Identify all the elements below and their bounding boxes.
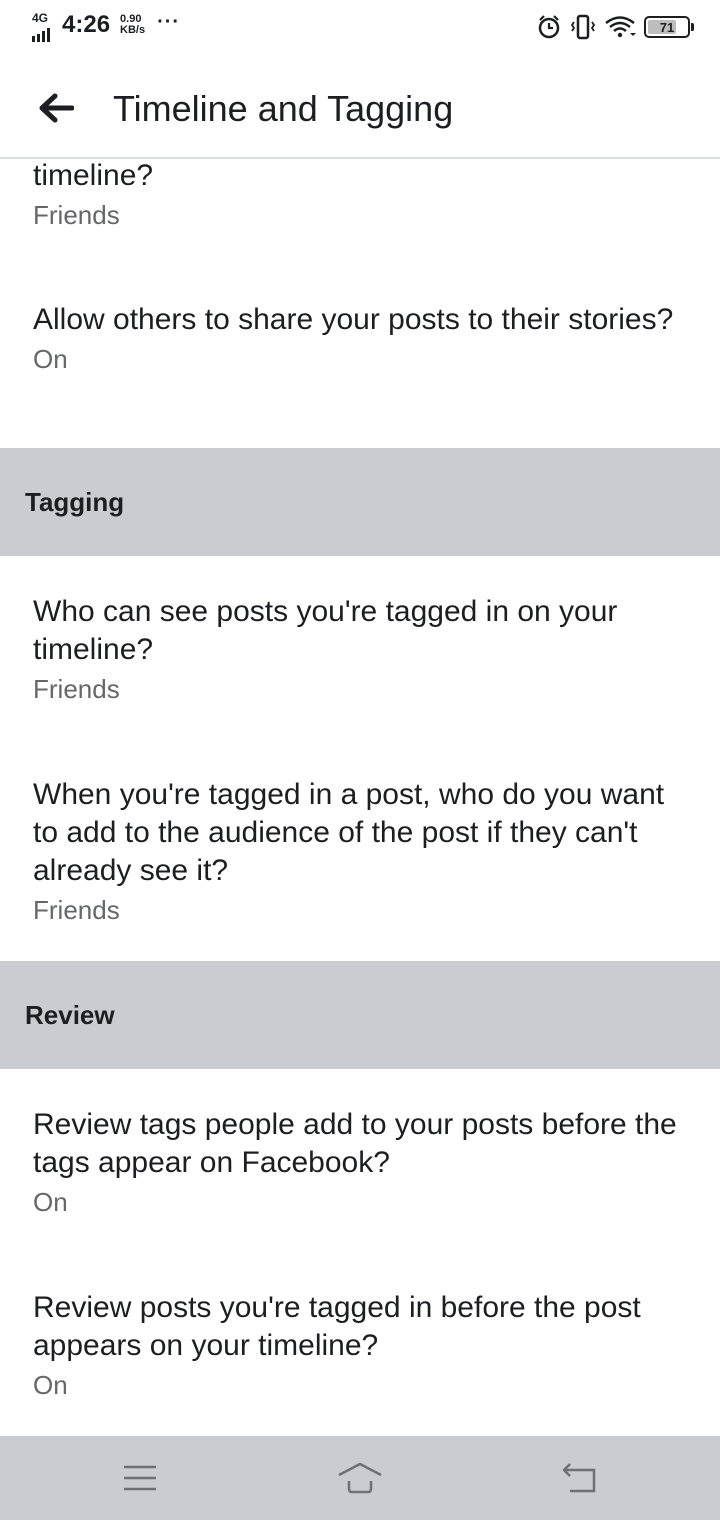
page-title: Timeline and Tagging [113, 88, 454, 129]
section-header-tagging: Tagging [0, 448, 720, 556]
menu-icon [124, 1465, 156, 1491]
status-time: 4:26 [62, 11, 111, 38]
setting-question: Allow others to share your posts to thei… [33, 303, 674, 336]
setting-review-posts[interactable]: Review posts you're tagged in before the… [0, 1289, 720, 1405]
setting-question: Review tags people add to your posts bef… [33, 1108, 677, 1179]
setting-review-tags[interactable]: Review tags people add to your posts bef… [0, 1106, 720, 1222]
setting-question: Who can see posts you're tagged in on yo… [33, 595, 618, 666]
settings-list[interactable]: timeline? Friends Allow others to share … [0, 159, 720, 1436]
alarm-icon [538, 15, 560, 39]
section-title: Tagging [25, 486, 125, 517]
home-icon [338, 1462, 382, 1494]
status-bar: 4G 4:26 0.90 KB/s ··· 71 [0, 0, 720, 56]
setting-value: On [33, 1187, 68, 1217]
back-nav-button[interactable] [550, 1454, 610, 1502]
setting-value: Friends [33, 200, 120, 230]
setting-question: Review posts you're tagged in before the… [33, 1291, 641, 1362]
system-nav-bar [0, 1436, 720, 1520]
setting-tagged-posts-visibility[interactable]: Who can see posts you're tagged in on yo… [0, 593, 720, 709]
network-speed: 0.90 KB/s [120, 14, 145, 36]
status-right: 71 [536, 14, 694, 40]
setting-share-to-stories[interactable]: Allow others to share your posts to thei… [0, 301, 720, 379]
wifi-icon [605, 16, 636, 38]
app-bar: Timeline and Tagging [0, 56, 720, 159]
setting-value: Friends [33, 674, 120, 704]
setting-question: When you're tagged in a post, who do you… [33, 778, 665, 887]
section-title: Review [25, 999, 115, 1030]
speed-unit: KB/s [120, 24, 146, 36]
setting-question: timeline? [33, 159, 154, 192]
back-icon [562, 1463, 596, 1493]
section-header-review: Review [0, 961, 720, 1069]
vibrate-icon [570, 14, 596, 40]
signal-icon: 4G [32, 10, 58, 42]
menu-button[interactable] [110, 1454, 170, 1502]
battery-icon: 71 [644, 16, 694, 38]
setting-value: On [33, 1370, 68, 1400]
more-notifications-icon: ··· [157, 10, 181, 33]
status-left: 4G 4:26 0.90 KB/s ··· [32, 10, 181, 42]
setting-tagged-audience[interactable]: When you're tagged in a post, who do you… [0, 776, 720, 930]
setting-value: On [33, 344, 68, 374]
arrow-left-icon [39, 93, 74, 123]
setting-value: Friends [33, 895, 120, 925]
home-button[interactable] [330, 1454, 390, 1502]
battery-level: 71 [659, 19, 675, 35]
setting-timeline-visibility[interactable]: timeline? Friends [0, 159, 720, 235]
back-button[interactable] [28, 84, 84, 132]
network-type: 4G [32, 11, 49, 25]
